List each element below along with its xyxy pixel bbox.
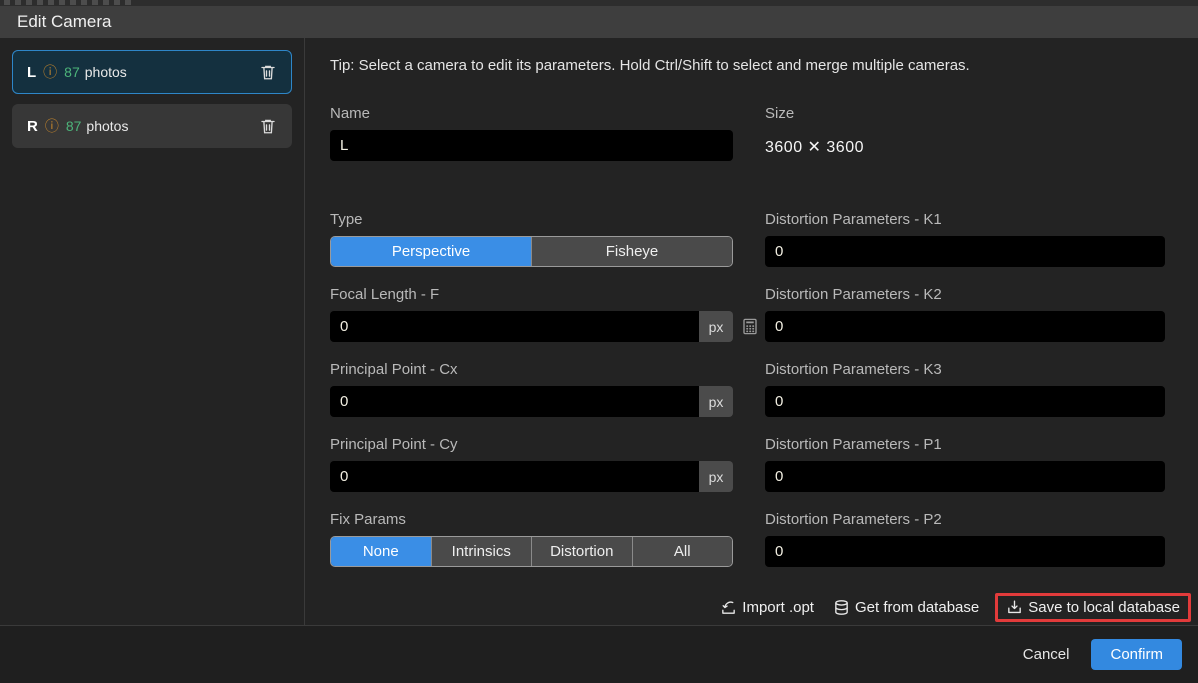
name-label: Name xyxy=(330,105,733,122)
fix-params-option-none[interactable]: None xyxy=(331,537,431,566)
type-field-group: Type Perspective Fisheye xyxy=(330,211,733,267)
import-opt-label: Import .opt xyxy=(742,599,814,616)
info-icon[interactable]: ⓘ xyxy=(43,62,57,82)
calculator-icon[interactable] xyxy=(741,317,759,336)
name-field-group: Name xyxy=(330,105,733,161)
type-label: Type xyxy=(330,211,733,228)
px-unit-badge: px xyxy=(699,311,733,342)
photo-count: 87 xyxy=(64,64,80,80)
principal-point-cx-group: Principal Point - Cx px xyxy=(330,361,733,417)
get-from-database-label: Get from database xyxy=(855,599,979,616)
confirm-button[interactable]: Confirm xyxy=(1091,639,1182,670)
principal-point-cy-label: Principal Point - Cy xyxy=(330,436,733,453)
delete-camera-button[interactable] xyxy=(259,63,277,81)
camera-list-panel: L ⓘ 87 photos R ⓘ 87 photos xyxy=(0,38,305,625)
save-to-local-database-link[interactable]: Save to local database xyxy=(1006,599,1180,616)
distortion-k3-label: Distortion Parameters - K3 xyxy=(765,361,1165,378)
type-option-fisheye[interactable]: Fisheye xyxy=(531,237,732,266)
distortion-p1-label: Distortion Parameters - P1 xyxy=(765,436,1165,453)
focal-length-input[interactable] xyxy=(330,311,699,342)
dialog-footer: Cancel Confirm xyxy=(0,625,1198,683)
dialog-titlebar: Edit Camera xyxy=(0,6,1198,38)
photo-count-label: photos xyxy=(86,118,128,134)
distortion-p1-group: Distortion Parameters - P1 xyxy=(765,436,1165,492)
fix-params-option-all[interactable]: All xyxy=(632,537,733,566)
distortion-k2-group: Distortion Parameters - K2 xyxy=(765,286,1165,342)
database-actions-row: Import .opt Get from database Save to lo… xyxy=(330,593,1191,622)
dialog-content: L ⓘ 87 photos R ⓘ 87 photos Tip: Select … xyxy=(0,38,1198,625)
save-icon xyxy=(1006,599,1023,616)
camera-list-item-r[interactable]: R ⓘ 87 photos xyxy=(12,104,292,148)
distortion-k1-label: Distortion Parameters - K1 xyxy=(765,211,1165,228)
camera-name-label: R xyxy=(27,118,38,135)
distortion-p2-group: Distortion Parameters - P2 xyxy=(765,511,1165,567)
distortion-k1-input[interactable] xyxy=(765,236,1165,267)
info-icon[interactable]: ⓘ xyxy=(45,116,59,136)
size-value: 3600 ✕ 3600 xyxy=(765,130,1165,157)
fix-params-group: Fix Params None Intrinsics Distortion Al… xyxy=(330,511,733,567)
principal-point-cx-input[interactable] xyxy=(330,386,699,417)
distortion-k3-group: Distortion Parameters - K3 xyxy=(765,361,1165,417)
fix-params-option-distortion[interactable]: Distortion xyxy=(531,537,632,566)
import-icon xyxy=(720,599,737,616)
clipped-background-text xyxy=(4,0,134,5)
focal-length-label: Focal Length - F xyxy=(330,286,733,303)
edit-panel: Tip: Select a camera to edit its paramet… xyxy=(305,38,1198,625)
clipped-background-strip xyxy=(0,0,1198,6)
delete-camera-button[interactable] xyxy=(259,117,277,135)
fix-params-label: Fix Params xyxy=(330,511,733,528)
name-input[interactable] xyxy=(330,130,733,161)
distortion-k3-input[interactable] xyxy=(765,386,1165,417)
photo-count-label: photos xyxy=(85,64,127,80)
fix-params-option-intrinsics[interactable]: Intrinsics xyxy=(431,537,532,566)
photo-count: 87 xyxy=(66,118,82,134)
red-highlight-box: Save to local database xyxy=(995,593,1191,622)
size-label: Size xyxy=(765,105,1165,122)
cancel-button[interactable]: Cancel xyxy=(1023,646,1070,663)
distortion-p1-input[interactable] xyxy=(765,461,1165,492)
focal-length-group: Focal Length - F px xyxy=(330,286,733,342)
camera-list-item-l[interactable]: L ⓘ 87 photos xyxy=(12,50,292,94)
database-icon xyxy=(833,599,850,616)
px-unit-badge: px xyxy=(699,386,733,417)
distortion-k2-input[interactable] xyxy=(765,311,1165,342)
type-option-perspective[interactable]: Perspective xyxy=(331,237,531,266)
distortion-k1-group: Distortion Parameters - K1 xyxy=(765,211,1165,267)
size-field-group: Size 3600 ✕ 3600 xyxy=(765,105,1165,161)
principal-point-cy-input[interactable] xyxy=(330,461,699,492)
tip-text: Tip: Select a camera to edit its paramet… xyxy=(330,57,1165,74)
type-segmented-control: Perspective Fisheye xyxy=(330,236,733,267)
camera-name-label: L xyxy=(27,64,36,81)
fix-params-segmented-control: None Intrinsics Distortion All xyxy=(330,536,733,567)
import-opt-link[interactable]: Import .opt xyxy=(720,599,814,616)
principal-point-cx-label: Principal Point - Cx xyxy=(330,361,733,378)
distortion-p2-label: Distortion Parameters - P2 xyxy=(765,511,1165,528)
distortion-p2-input[interactable] xyxy=(765,536,1165,567)
trash-icon xyxy=(259,63,277,81)
principal-point-cy-group: Principal Point - Cy px xyxy=(330,436,733,492)
trash-icon xyxy=(259,117,277,135)
dialog-title: Edit Camera xyxy=(17,12,111,32)
distortion-k2-label: Distortion Parameters - K2 xyxy=(765,286,1165,303)
camera-form: Name Size 3600 ✕ 3600 Type Perspective F… xyxy=(330,105,1165,586)
get-from-database-link[interactable]: Get from database xyxy=(833,599,979,616)
px-unit-badge: px xyxy=(699,461,733,492)
save-to-local-database-label: Save to local database xyxy=(1028,599,1180,616)
